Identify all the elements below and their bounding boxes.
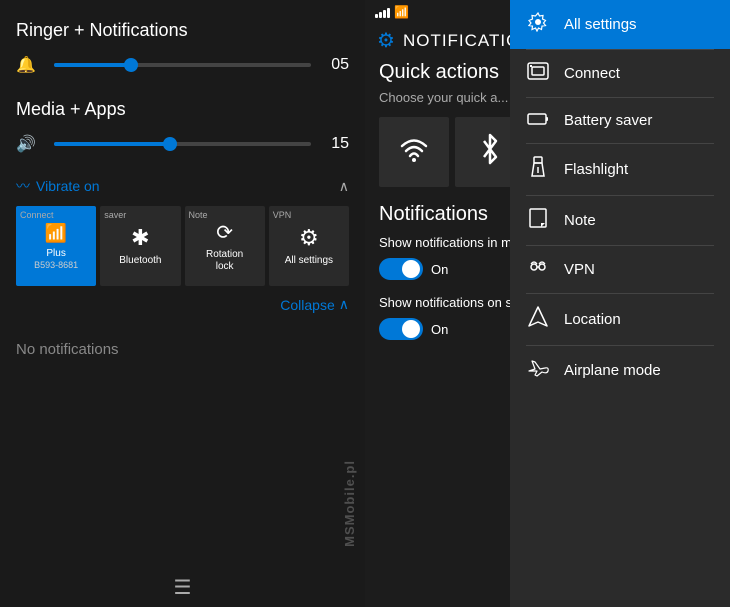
dropdown-item-location[interactable]: Location — [510, 294, 730, 345]
battery-dd-icon — [526, 110, 550, 131]
location-dd-icon — [526, 306, 550, 333]
vibrate-row: 〰 Vibrate on ∧ — [16, 176, 349, 196]
flashlight-dd-icon — [526, 156, 550, 183]
right-panel: 📶 ▭ 3:30 ⚙ NOTIFICATIO... Quick actions … — [365, 0, 730, 607]
tile-allsettings-label: All settings — [285, 255, 333, 267]
all-settings-dd-icon — [526, 12, 550, 37]
tile-connect-top-label: Connect — [20, 210, 54, 220]
screen-toggle-label: On — [431, 322, 448, 337]
volume-icon: 🔊 — [16, 134, 44, 154]
wifi-action-icon — [398, 133, 430, 172]
tile-rotation[interactable]: Note ⟳ Rotationlock — [185, 206, 265, 286]
airplane-mode-dd-label: Airplane mode — [564, 362, 661, 379]
tile-rotation-label: Rotationlock — [206, 249, 243, 273]
dropdown-item-flashlight[interactable]: Flashlight — [510, 144, 730, 195]
bluetooth-tile-icon: ✱ — [131, 225, 149, 251]
wifi-status-icon: 📶 — [394, 5, 409, 19]
screen-toggle-thumb — [402, 320, 420, 338]
tile-connect[interactable]: Connect 📶 Plus B593-8681 — [16, 206, 96, 286]
tile-allsettings[interactable]: VPN ⚙ All settings — [269, 206, 349, 286]
all-settings-dd-label: All settings — [564, 16, 637, 33]
dropdown-item-all-settings[interactable]: All settings — [510, 0, 730, 49]
dropdown-item-note[interactable]: Note — [510, 196, 730, 245]
battery-saver-dd-label: Battery saver — [564, 112, 652, 129]
tile-allsettings-top-label: VPN — [273, 210, 292, 220]
bell-icon: 🔔 — [16, 55, 44, 75]
left-bottom-bar: ☰ — [0, 567, 365, 607]
dropdown-menu: All settings Connect Battery — [510, 0, 730, 607]
ringer-slider-row: 🔔 05 — [16, 55, 349, 75]
tile-connect-main-label: Plus — [46, 248, 65, 260]
dropdown-item-connect[interactable]: Connect — [510, 50, 730, 97]
rotation-tile-icon: ⟳ — [216, 220, 233, 245]
note-dd-label: Note — [564, 212, 596, 229]
lock-toggle-thumb — [402, 260, 420, 278]
dropdown-item-vpn[interactable]: VPN — [510, 246, 730, 293]
ringer-slider[interactable] — [54, 63, 311, 67]
wifi-tile-icon: 📶 — [45, 223, 67, 244]
lock-toggle-label: On — [431, 262, 448, 277]
settings-header-icon[interactable]: ⚙ — [377, 28, 395, 53]
no-notifications: No notifications — [16, 341, 349, 358]
media-slider-row: 🔊 15 — [16, 134, 349, 154]
signal-icon — [375, 6, 390, 18]
bluetooth-action-icon — [478, 133, 502, 172]
left-watermark: MSMobile.pl — [342, 460, 357, 547]
settings-tile-icon: ⚙ — [299, 225, 319, 251]
tile-rotation-top-label: Note — [189, 210, 208, 220]
screen-toggle[interactable] — [379, 318, 423, 340]
connect-dd-icon — [526, 62, 550, 85]
airplane-dd-icon — [526, 358, 550, 383]
note-dd-icon — [526, 208, 550, 233]
tile-bluetooth[interactable]: saver ✱ Bluetooth — [100, 206, 180, 286]
ringer-value: 05 — [321, 56, 349, 74]
dropdown-item-battery-saver[interactable]: Battery saver — [510, 98, 730, 143]
collapse-chevron-icon: ∧ — [339, 296, 349, 313]
collapse-button[interactable]: Collapse ∧ — [280, 296, 349, 313]
menu-icon[interactable]: ☰ — [174, 575, 192, 600]
tile-bluetooth-top-label: saver — [104, 210, 126, 220]
media-value: 15 — [321, 135, 349, 153]
location-dd-label: Location — [564, 311, 621, 328]
vibrate-icon: 〰 — [16, 176, 30, 196]
connect-dd-label: Connect — [564, 65, 620, 82]
quick-tiles-row: Connect 📶 Plus B593-8681 saver ✱ Bluetoo… — [16, 206, 349, 286]
media-slider[interactable] — [54, 142, 311, 146]
collapse-row: Collapse ∧ — [16, 296, 349, 315]
ringer-title: Ringer + Notifications — [16, 20, 349, 41]
flashlight-dd-label: Flashlight — [564, 161, 628, 178]
vpn-dd-label: VPN — [564, 261, 595, 278]
status-left: 📶 — [375, 5, 409, 19]
action-tile-wifi[interactable] — [379, 117, 449, 187]
dropdown-item-airplane-mode[interactable]: Airplane mode — [510, 346, 730, 395]
chevron-up-icon: ∧ — [339, 178, 349, 195]
vibrate-label[interactable]: 〰 Vibrate on — [16, 176, 100, 196]
tile-connect-sub-label: B593-8681 — [34, 260, 78, 270]
media-title: Media + Apps — [16, 99, 349, 120]
lock-toggle[interactable] — [379, 258, 423, 280]
tile-bluetooth-label: Bluetooth — [119, 255, 161, 267]
left-panel: Ringer + Notifications 🔔 05 Media + Apps… — [0, 0, 365, 607]
vpn-dd-icon — [526, 258, 550, 281]
